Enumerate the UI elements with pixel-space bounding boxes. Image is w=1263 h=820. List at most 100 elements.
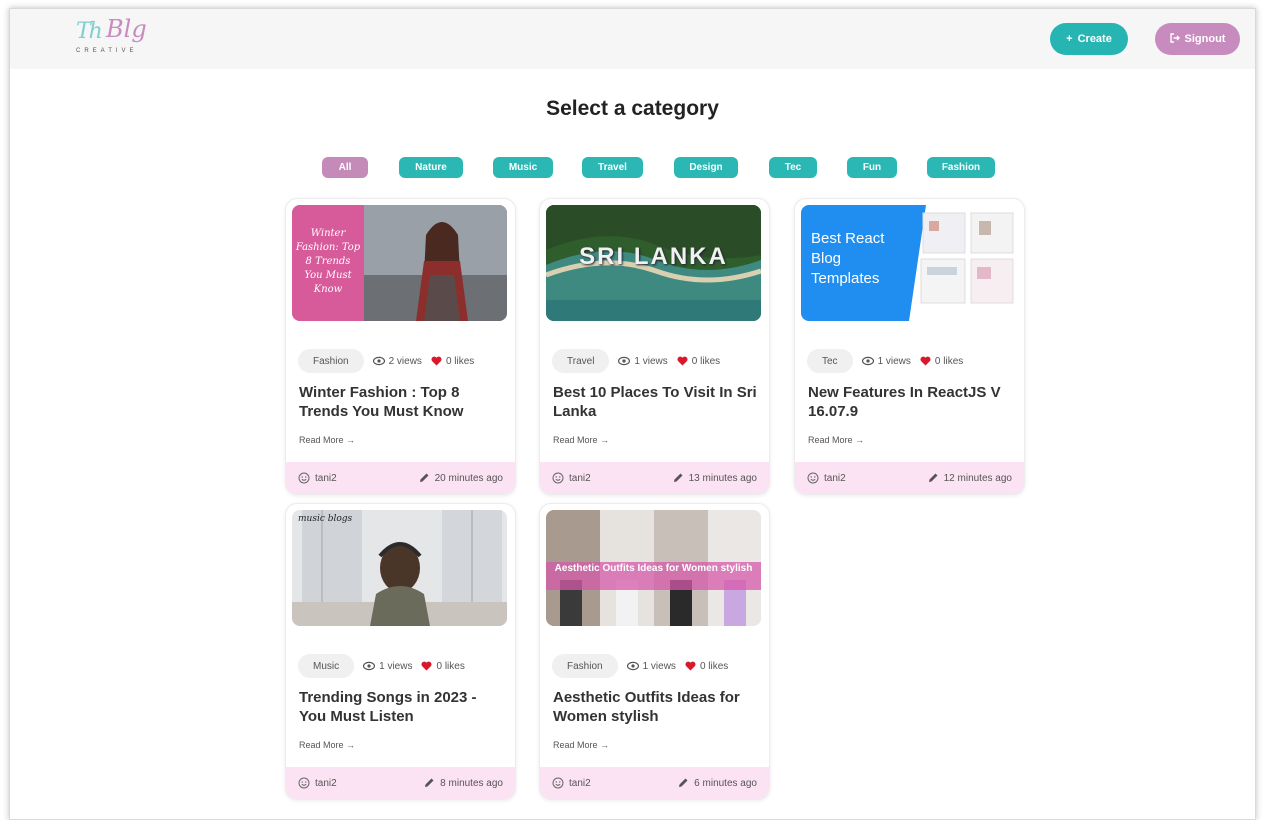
category-fashion[interactable]: Fashion xyxy=(927,157,995,178)
smiley-icon xyxy=(298,472,310,484)
eye-icon xyxy=(626,661,639,671)
read-more-label: Read More xyxy=(299,740,344,750)
author-name: tani2 xyxy=(824,472,846,484)
post-card[interactable]: Best React Blog Templates Tec 1 views 0 … xyxy=(794,198,1025,495)
arrow-right-icon: → xyxy=(600,435,610,445)
category-tec[interactable]: Tec xyxy=(769,157,817,178)
read-more-label: Read More xyxy=(808,435,853,445)
post-time-text: 6 minutes ago xyxy=(694,777,757,789)
post-footer: tani2 20 minutes ago xyxy=(286,462,515,494)
category-all[interactable]: All xyxy=(322,157,368,178)
post-thumbnail[interactable]: Winter Fashion: Top 8 Trends You Must Kn… xyxy=(292,205,507,321)
heart-icon xyxy=(421,661,432,671)
post-time: 6 minutes ago xyxy=(677,777,757,789)
read-more-link[interactable]: Read More → xyxy=(299,435,355,445)
read-more-label: Read More xyxy=(299,435,344,445)
post-thumbnail[interactable]: music blogs xyxy=(292,510,507,626)
post-meta: Music 1 views 0 likes xyxy=(298,654,465,678)
pencil-icon xyxy=(928,473,938,482)
eye-icon xyxy=(372,356,385,366)
views-text: 1 views xyxy=(877,355,911,367)
read-more-link[interactable]: Read More → xyxy=(553,435,609,445)
post-category-tag[interactable]: Music xyxy=(298,654,355,678)
post-card[interactable]: Aesthetic Outfits Ideas for Women stylis… xyxy=(539,503,770,800)
author-name: tani2 xyxy=(569,777,591,789)
views-count: 1 views xyxy=(626,661,676,672)
post-title[interactable]: Aesthetic Outfits Ideas for Women stylis… xyxy=(553,688,758,726)
signout-button[interactable]: Signout xyxy=(1155,23,1240,55)
sign-out-icon xyxy=(1169,32,1180,46)
post-card[interactable]: SRI LANKA Travel 1 views 0 likes Best 10… xyxy=(539,198,770,495)
post-category-tag[interactable]: Fashion xyxy=(298,349,364,373)
category-travel[interactable]: Travel xyxy=(582,157,643,178)
post-title[interactable]: Best 10 Places To Visit In Sri Lanka xyxy=(553,383,758,421)
post-category-tag[interactable]: Travel xyxy=(552,349,610,373)
post-thumbnail[interactable]: SRI LANKA xyxy=(546,205,761,321)
likes-count[interactable]: 0 likes xyxy=(685,661,728,672)
post-category-tag[interactable]: Tec xyxy=(807,349,853,373)
top-navbar: Th Blg CREATIVE + Create Signout xyxy=(10,9,1255,69)
likes-count[interactable]: 0 likes xyxy=(421,660,465,672)
post-time: 8 minutes ago xyxy=(423,777,503,789)
likes-text: 0 likes xyxy=(934,355,964,367)
thumbnail-caption: Winter Fashion: Top 8 Trends You Must Kn… xyxy=(295,228,361,295)
read-more-link[interactable]: Read More → xyxy=(299,740,355,750)
smiley-icon xyxy=(552,777,564,789)
page-title: Select a category xyxy=(546,97,719,120)
post-title[interactable]: New Features In ReactJS V 16.07.9 xyxy=(808,383,1013,421)
views-text: 2 views xyxy=(388,355,422,367)
category-fun[interactable]: Fun xyxy=(847,157,897,178)
arrow-right-icon: → xyxy=(855,435,865,445)
post-footer: tani2 12 minutes ago xyxy=(795,462,1024,494)
pencil-icon xyxy=(425,778,434,787)
post-time: 12 minutes ago xyxy=(927,472,1012,484)
read-more-link[interactable]: Read More → xyxy=(808,435,864,445)
eye-icon xyxy=(363,661,376,671)
author-info: tani2 xyxy=(552,472,591,484)
eye-icon xyxy=(618,356,631,366)
likes-text: 0 likes xyxy=(436,660,465,672)
site-logo[interactable]: Th Blg CREATIVE xyxy=(76,15,156,63)
post-card[interactable]: Winter Fashion: Top 8 Trends You Must Kn… xyxy=(285,198,516,495)
category-music[interactable]: Music xyxy=(493,157,553,178)
likes-text: 0 likes xyxy=(445,355,475,367)
post-thumbnail[interactable]: Aesthetic Outfits Ideas for Women stylis… xyxy=(546,510,761,626)
views-count: 2 views xyxy=(372,355,422,367)
heart-icon xyxy=(677,356,688,366)
views-text: 1 views xyxy=(379,660,413,672)
thumbnail-caption: Best React Blog Templates xyxy=(811,230,885,287)
post-category-tag[interactable]: Fashion xyxy=(552,654,618,678)
read-more-label: Read More xyxy=(553,435,598,445)
post-card[interactable]: music blogs Music 1 views 0 likes Trendi… xyxy=(285,503,516,800)
author-info: tani2 xyxy=(298,777,337,789)
post-footer: tani2 13 minutes ago xyxy=(540,462,769,494)
post-time-text: 12 minutes ago xyxy=(943,472,1012,484)
author-name: tani2 xyxy=(315,777,337,789)
category-nature[interactable]: Nature xyxy=(399,157,463,178)
post-time-text: 20 minutes ago xyxy=(434,472,503,484)
logo-script-accent-icon: Blg xyxy=(106,15,147,43)
post-title[interactable]: Winter Fashion : Top 8 Trends You Must K… xyxy=(299,383,504,421)
thumbnail-caption: Aesthetic Outfits Ideas for Women stylis… xyxy=(554,563,753,574)
create-button[interactable]: + Create xyxy=(1050,23,1128,55)
post-footer: tani2 6 minutes ago xyxy=(540,767,769,799)
pencil-icon xyxy=(679,778,688,787)
app-window: Th Blg CREATIVE + Create Signout Select … xyxy=(9,8,1256,820)
post-thumbnail[interactable]: Best React Blog Templates xyxy=(801,205,1016,321)
logo-script-icon: Th xyxy=(76,19,103,44)
heart-icon xyxy=(431,356,442,366)
author-name: tani2 xyxy=(315,472,337,484)
arrow-right-icon: → xyxy=(346,740,356,750)
pencil-icon xyxy=(673,473,683,482)
smiley-icon xyxy=(552,472,564,484)
category-design[interactable]: Design xyxy=(674,157,738,178)
post-title[interactable]: Trending Songs in 2023 - You Must Listen xyxy=(299,688,504,726)
author-info: tani2 xyxy=(552,777,591,789)
views-count: 1 views xyxy=(363,661,412,672)
signout-button-label: Signout xyxy=(1184,33,1226,45)
post-time-text: 8 minutes ago xyxy=(440,777,503,789)
read-more-link[interactable]: Read More → xyxy=(553,740,609,750)
likes-count[interactable]: 0 likes xyxy=(677,356,720,367)
likes-count[interactable]: 0 likes xyxy=(431,356,474,367)
likes-count[interactable]: 0 likes xyxy=(920,356,963,367)
